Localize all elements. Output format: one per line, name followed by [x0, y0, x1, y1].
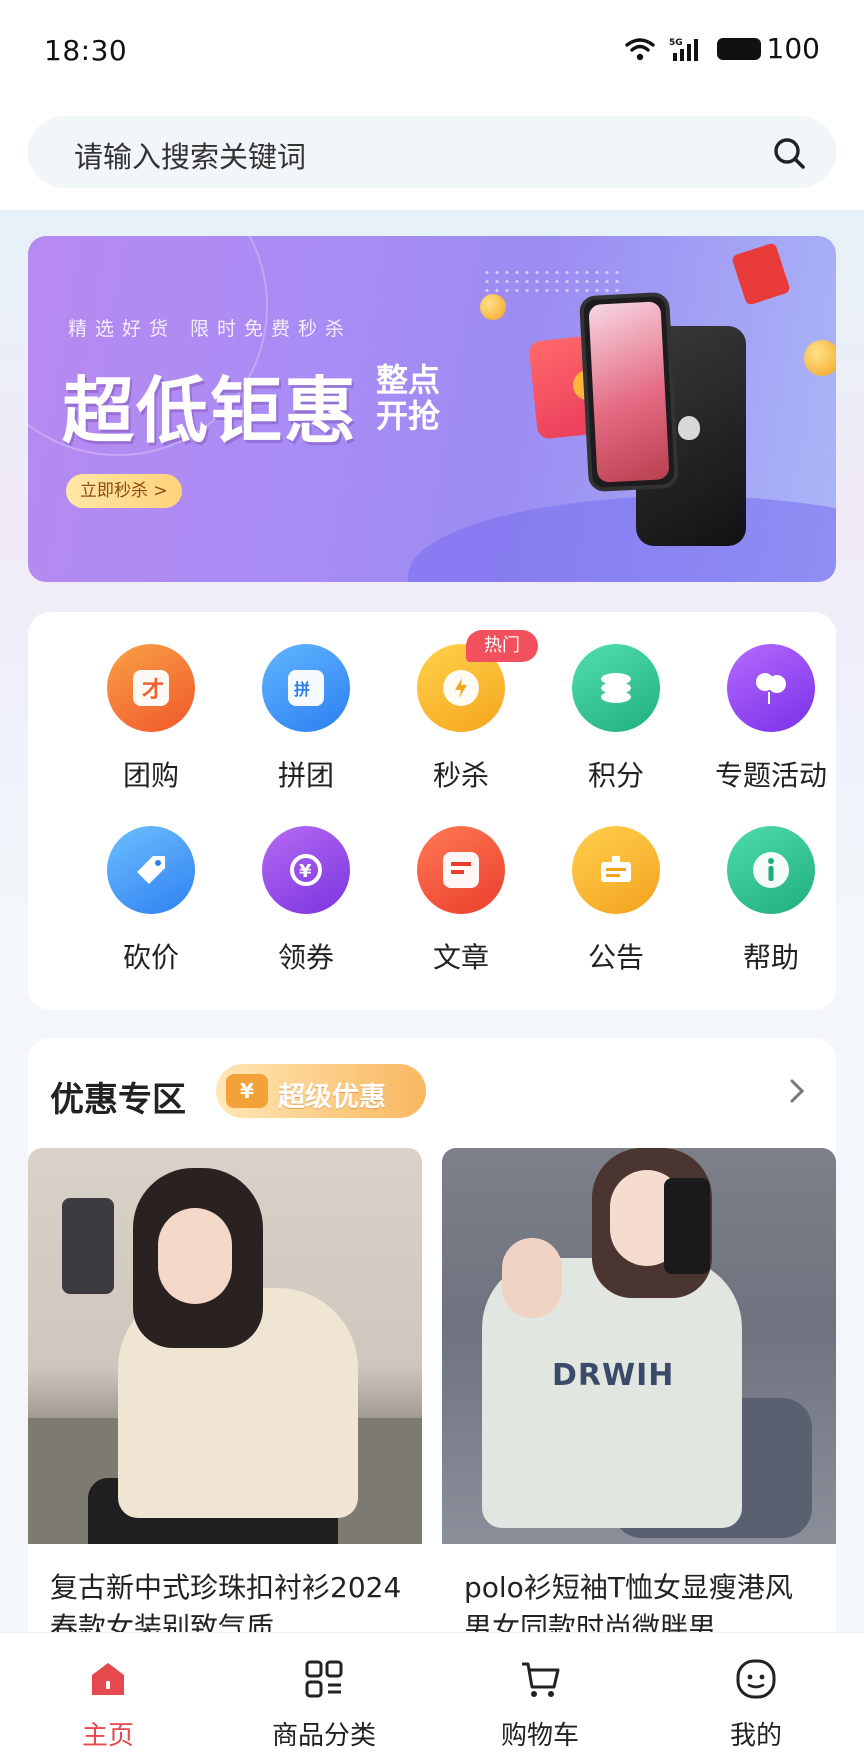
banner-wave-decoration [408, 496, 836, 582]
info-icon [727, 826, 815, 914]
shirt-print-text: DRWIH [552, 1358, 675, 1393]
menu-label: 团购 [122, 759, 179, 792]
menu-label: 帮助 [742, 941, 799, 974]
banner-side-text: 整点开抢 [376, 361, 441, 435]
promo-section-title: 优惠专区 [50, 1080, 186, 1120]
menu-item-pin-tuan[interactable]: 拼 拼团 [231, 644, 381, 794]
tab-label: 主页 [81, 1721, 134, 1751]
menu-item-help[interactable]: 帮助 [696, 826, 846, 976]
search-icon[interactable] [772, 136, 806, 170]
battery-level: 100 [766, 32, 820, 65]
tab-label: 购物车 [500, 1721, 579, 1751]
product-image[interactable]: DRWIH [442, 1148, 836, 1544]
banner-dots-decoration [482, 268, 622, 294]
group-buy-glyph: 才 [133, 670, 169, 706]
peace-sign-hand [502, 1238, 562, 1318]
product-card[interactable]: 复古新中式珍珠扣衬衫2024春款女装别致气质… [28, 1148, 422, 1668]
coins-glyph [601, 673, 631, 703]
promo-banner[interactable]: 精选好货 限时免费秒杀 超低钜惠 整点开抢 立即秒杀 > [28, 236, 836, 582]
price-tag-glyph [137, 856, 165, 884]
tab-profile[interactable]: 我的 [648, 1633, 864, 1754]
status-bar: 18:30 5G 100 [0, 0, 864, 100]
promo-section: 优惠专区 ¥ 超级优惠 复古新中式珍珠扣衬衫2024春款女装别致气质… DRWI… [28, 1038, 836, 1668]
pin-tuan-icon: 拼 [262, 644, 350, 732]
search-input[interactable]: 请输入搜索关键词 [28, 116, 836, 188]
phone-screen [588, 301, 670, 483]
small-red-envelope-illustration [731, 242, 791, 306]
coin-icon [480, 294, 506, 320]
balloon-glyph [756, 673, 786, 704]
menu-label: 砍价 [122, 941, 179, 974]
pin-tuan-glyph: 拼 [288, 670, 324, 706]
super-discount-badge: ¥ 超级优惠 [216, 1064, 426, 1118]
smiley-profile-icon [736, 1659, 776, 1699]
menu-item-special-events[interactable]: 专题活动 [696, 644, 846, 794]
product-image[interactable] [28, 1148, 422, 1544]
menu-label: 拼团 [277, 759, 334, 792]
price-tag-icon [107, 826, 195, 914]
menu-label: 秒杀 [432, 759, 489, 792]
face [158, 1208, 232, 1304]
product-card[interactable]: DRWIH polo衫短袖T恤女显瘦港风男女同款时尚微胖男… [442, 1148, 836, 1668]
battery-icon [716, 37, 761, 60]
menu-item-bargain[interactable]: 砍价 [76, 826, 226, 976]
hot-badge: 热门 [466, 630, 538, 662]
info-glyph [753, 852, 789, 888]
svg-text:才: 才 [142, 677, 164, 703]
article-glyph [443, 852, 479, 888]
phone [62, 1198, 114, 1294]
category-grid-icon [305, 1660, 343, 1698]
svg-text:¥: ¥ [299, 861, 312, 882]
banner-title: 超低钜惠 [62, 369, 359, 453]
super-discount-label: 超级优惠 [278, 1082, 386, 1113]
menu-item-group-buy[interactable]: 才 团购 [76, 644, 226, 794]
menu-item-points[interactable]: 积分 [541, 644, 691, 794]
banner-subtitle: 精选好货 限时免费秒杀 [68, 318, 353, 340]
notice-icon [572, 826, 660, 914]
svg-text:拼: 拼 [294, 680, 310, 699]
group-buy-icon: 才 [107, 644, 195, 732]
phone-front-illustration [578, 291, 680, 493]
notice-glyph [601, 856, 631, 882]
status-time: 18:30 [44, 34, 128, 67]
search-area: 请输入搜索关键词 [0, 100, 864, 210]
tab-label: 我的 [729, 1721, 782, 1751]
ticket-icon: ¥ [226, 1074, 268, 1108]
coin-icon [804, 340, 836, 376]
banner-seckill-button[interactable]: 立即秒杀 > [66, 474, 182, 508]
menu-item-notice[interactable]: 公告 [541, 826, 691, 976]
menu-item-seckill[interactable]: 热门 秒杀 [386, 630, 538, 794]
coins-icon [572, 644, 660, 732]
battery-indicator: 100 [716, 32, 820, 65]
menu-label: 积分 [587, 759, 644, 792]
tab-home[interactable]: 主页 [0, 1633, 216, 1754]
tab-cart[interactable]: 购物车 [432, 1633, 648, 1754]
cellular-signal-icon: 5G [669, 38, 698, 61]
bottom-tab-bar: 主页 商品分类 购物车 我的 [0, 1632, 864, 1754]
menu-label: 文章 [432, 941, 489, 974]
network-type-label: 5G [669, 38, 683, 48]
article-icon [417, 826, 505, 914]
home-icon [92, 1663, 124, 1695]
shopping-cart-icon [522, 1662, 560, 1697]
coupon-glyph: ¥ [290, 854, 322, 886]
feature-menu-card: 才 团购 拼 拼团 热门 秒杀 积分 专题活动 砍价 ¥ 领券 文章 公告 帮助 [28, 612, 836, 1010]
tab-label: 商品分类 [271, 1721, 376, 1751]
tab-categories[interactable]: 商品分类 [216, 1633, 432, 1754]
apple-logo-icon [678, 416, 700, 440]
menu-label: 公告 [587, 941, 644, 974]
menu-item-articles[interactable]: 文章 [386, 826, 536, 976]
chevron-right-icon[interactable] [784, 1078, 810, 1104]
phone [664, 1178, 710, 1274]
status-icons: 5G 100 [624, 32, 820, 65]
wifi-icon [624, 37, 655, 60]
menu-item-coupon[interactable]: ¥ 领券 [231, 826, 381, 976]
menu-label: 专题活动 [714, 759, 827, 792]
menu-label: 领券 [277, 941, 334, 974]
balloon-icon [727, 644, 815, 732]
coupon-icon: ¥ [262, 826, 350, 914]
search-placeholder: 请输入搜索关键词 [74, 140, 307, 174]
alarm-clock-glyph [443, 670, 479, 706]
